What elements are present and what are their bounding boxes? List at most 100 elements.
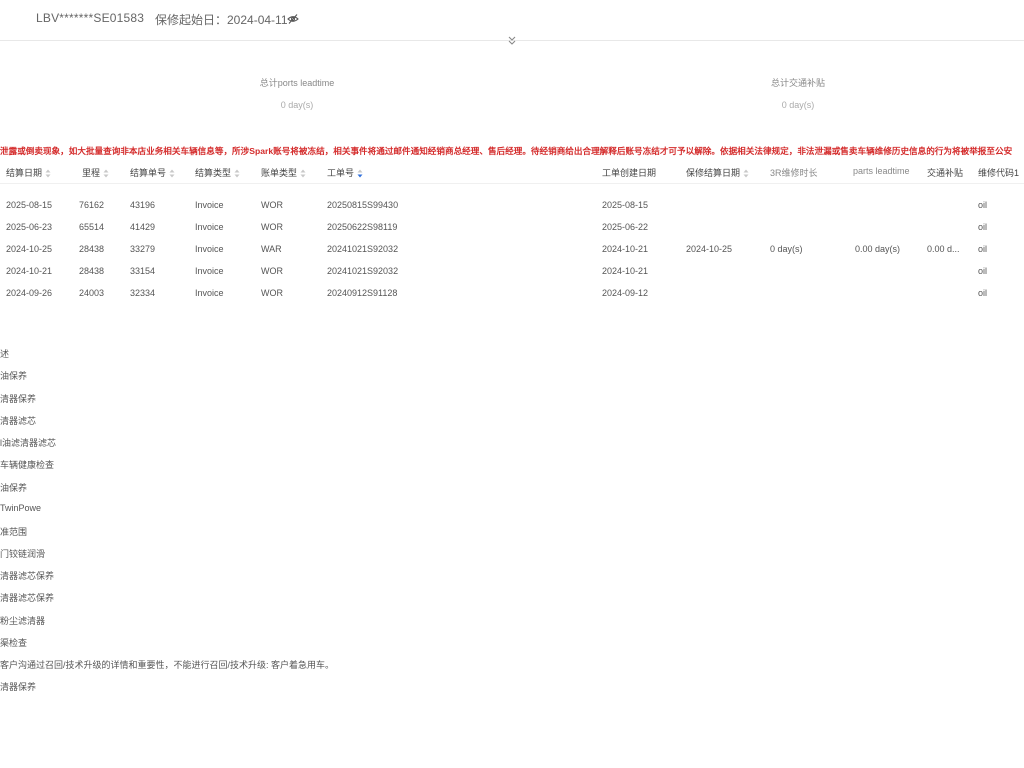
table-row[interactable]: 2024-10-21 28438 33154 Invoice WOR 20241…	[0, 264, 1024, 286]
cell-settle-date: 2025-08-15	[6, 200, 53, 210]
column-header-work-order-no[interactable]: 工单号	[327, 166, 363, 179]
cell-bill-type: WOR	[261, 200, 283, 210]
column-header-label: 工单号	[327, 168, 355, 178]
cell-bill-type: WOR	[261, 288, 283, 298]
cell-transport-subsidy: 0.00 d...	[927, 244, 960, 254]
total-parts-leadtime-value: 0 day(s)	[280, 100, 314, 110]
sort-icon	[45, 169, 51, 178]
column-header-repair-code[interactable]: 维修代码1	[978, 166, 1019, 179]
column-header-settle-date[interactable]: 结算日期	[6, 166, 51, 179]
cell-work-order-no: 20250622S98119	[327, 222, 398, 232]
description-item: TwinPowe	[0, 503, 42, 513]
expand-chevron-down-icon[interactable]	[506, 34, 518, 46]
description-item: 油保养	[0, 371, 28, 381]
cell-mileage: 76162	[79, 200, 105, 210]
total-parts-leadtime: 总计ports leadtime 0 day(s)	[217, 76, 377, 110]
total-transport-subsidy-label: 总计交通补贴	[770, 78, 825, 88]
cell-wo-create-date: 2024-09-12	[602, 288, 649, 298]
sort-icon	[300, 169, 306, 178]
cell-warranty-settle-date: 2024-10-25	[686, 244, 733, 254]
column-header-bill-type[interactable]: 账单类型	[261, 166, 306, 179]
warranty-start-text: 保修起始日：2024-04-11	[155, 13, 288, 27]
sort-icon	[103, 169, 109, 178]
cell-settle-date: 2024-10-21	[6, 266, 53, 276]
cell-parts-leadtime: 0.00 day(s)	[855, 244, 901, 254]
table-row[interactable]: 2024-10-25 28438 33279 Invoice WAR 20241…	[0, 242, 1024, 264]
cell-settle-no: 33154	[130, 266, 156, 276]
cell-wo-create-date: 2024-10-21	[602, 266, 649, 276]
cell-repair-duration: 0 day(s)	[770, 244, 803, 254]
column-header-label: 结算单号	[130, 168, 167, 178]
description-item: 清器保养	[0, 682, 37, 692]
column-header-settle-type[interactable]: 结算类型	[195, 166, 240, 179]
sort-desc-active-icon	[357, 169, 363, 178]
cell-wo-create-date: 2025-06-22	[602, 222, 649, 232]
description-item: 准范围	[0, 527, 28, 537]
table-header-divider	[0, 183, 1024, 184]
column-header-label: 账单类型	[261, 168, 298, 178]
description-item: 门铰链润滑	[0, 549, 46, 559]
cell-settle-type: Invoice	[195, 266, 224, 276]
column-header-warranty-settle-date[interactable]: 保修结算日期	[686, 166, 749, 179]
warning-banner: 泄露或倒卖现象，如大批量查询非本店业务相关车辆信息等，所涉Spark账号将被冻结…	[0, 146, 1013, 156]
sort-icon	[234, 169, 240, 178]
cell-repair-code: oil	[978, 222, 988, 232]
description-item: 油保养	[0, 483, 28, 493]
cell-repair-code: oil	[978, 266, 988, 276]
column-header-label: 里程	[82, 168, 101, 178]
cell-wo-create-date: 2025-08-15	[602, 200, 649, 210]
cell-settle-type: Invoice	[195, 244, 224, 254]
description-item: 车辆健康检查	[0, 460, 55, 470]
cell-settle-no: 33279	[130, 244, 156, 254]
cell-bill-type: WAR	[261, 244, 282, 254]
cell-work-order-no: 20240912S91128	[327, 288, 398, 298]
cell-settle-no: 32334	[130, 288, 156, 298]
cell-mileage: 24003	[79, 288, 105, 298]
sort-icon	[743, 169, 749, 178]
column-header-label: 结算日期	[6, 168, 43, 178]
description-item: 清器滤芯保养	[0, 593, 55, 603]
column-header-label: 工单创建日期	[602, 168, 657, 178]
total-parts-leadtime-label: 总计ports leadtime	[259, 78, 335, 88]
cell-settle-date: 2024-10-25	[6, 244, 53, 254]
cell-settle-type: Invoice	[195, 288, 224, 298]
table-row[interactable]: 2025-06-23 65514 41429 Invoice WOR 20250…	[0, 220, 1024, 242]
cell-settle-type: Invoice	[195, 222, 224, 232]
description-item: 粉尘滤清器	[0, 616, 46, 626]
column-header-label: 结算类型	[195, 168, 232, 178]
cell-settle-no: 41429	[130, 222, 156, 232]
cell-mileage: 65514	[79, 222, 105, 232]
column-header-settle-no[interactable]: 结算单号	[130, 166, 175, 179]
cell-settle-type: Invoice	[195, 200, 224, 210]
cell-bill-type: WOR	[261, 222, 283, 232]
cell-settle-date: 2024-09-26	[6, 288, 53, 298]
table-row[interactable]: 2024-09-26 24003 32334 Invoice WOR 20240…	[0, 286, 1024, 308]
description-item: 清器滤芯保养	[0, 571, 55, 581]
column-header-transport-subsidy[interactable]: 交通补贴	[927, 166, 963, 179]
column-header-label: 保修结算日期	[686, 168, 741, 178]
cell-wo-create-date: 2024-10-21	[602, 244, 649, 254]
eye-off-icon[interactable]	[287, 12, 299, 24]
vehicle-history-page: LBV*******SE01583 保修起始日：2024-04-11 总计por…	[0, 0, 1024, 768]
cell-settle-date: 2025-06-23	[6, 222, 53, 232]
cell-work-order-no: 20241021S92032	[327, 266, 399, 276]
cell-repair-code: oil	[978, 200, 988, 210]
table-row[interactable]: 2025-08-15 76162 43196 Invoice WOR 20250…	[0, 198, 1024, 220]
description-item: 清器滤芯	[0, 416, 37, 426]
sort-icon	[169, 169, 175, 178]
column-header-mileage[interactable]: 里程	[82, 166, 109, 179]
column-header-wo-create-date[interactable]: 工单创建日期	[602, 166, 656, 179]
column-header-parts-leadtime[interactable]: parts leadtime	[853, 166, 910, 176]
cell-mileage: 28438	[79, 266, 105, 276]
vin-text: LBV*******SE01583	[36, 11, 145, 25]
cell-repair-code: oil	[978, 288, 988, 298]
table-header: 结算日期 里程 结算单号 结算类型 账单类型 工单号 工单创建日期 保修结算日期…	[0, 166, 1024, 180]
total-transport-subsidy: 总计交通补贴 0 day(s)	[718, 76, 878, 110]
description-item: 述	[0, 349, 10, 359]
description-item: l油滤清器滤芯	[0, 438, 56, 448]
cell-repair-code: oil	[978, 244, 988, 254]
column-header-repair-duration[interactable]: 3R维修时长	[770, 166, 818, 179]
description-item: 清器保养	[0, 394, 37, 404]
description-item: 渠检查	[0, 638, 28, 648]
description-item: 客户沟通过召回/技术升级的详情和重要性，不能进行召回/技术升级: 客户着急用车。	[0, 660, 335, 670]
